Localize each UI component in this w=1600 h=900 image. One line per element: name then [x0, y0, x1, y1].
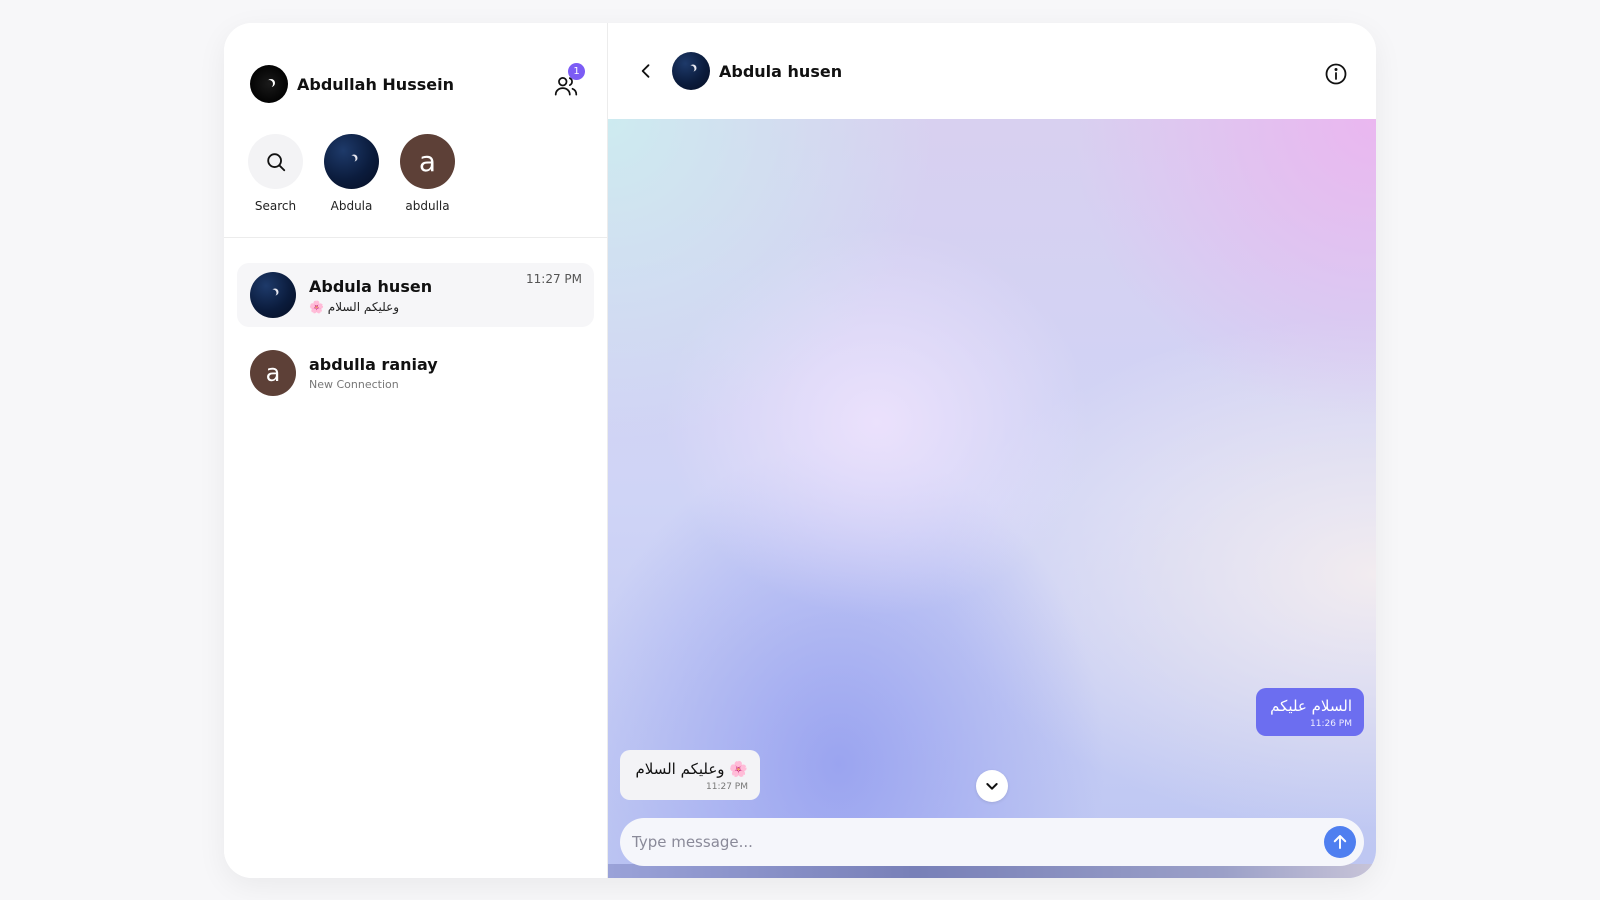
message-composer [620, 818, 1364, 866]
conversation-item[interactable]: a abdulla raniay New Connection [237, 341, 594, 405]
scroll-down-button[interactable] [976, 770, 1008, 802]
story-label: Search [254, 199, 297, 213]
story-label: abdulla [405, 199, 450, 213]
story-search[interactable]: Search [248, 134, 303, 213]
conversation-preview: 🌸 وعليكم السلام [309, 299, 400, 314]
avatar[interactable]: a [400, 134, 455, 189]
conversation-item[interactable]: Abdula husen 🌸 وعليكم السلام 11:27 PM [237, 263, 594, 327]
moon-icon [688, 66, 695, 73]
contacts-button[interactable]: 1 [551, 63, 585, 99]
avatar [250, 272, 296, 318]
chevron-down-icon [986, 783, 998, 790]
chat-header: Abdula husen [608, 23, 1376, 119]
conversation-name: Abdula husen [309, 276, 433, 296]
moon-icon [270, 290, 277, 297]
arrow-up-icon [1333, 835, 1347, 849]
message-incoming[interactable]: 🌸 وعليكم السلام 11:27 PM [620, 750, 760, 800]
send-button[interactable] [1324, 826, 1356, 858]
search-button[interactable] [248, 134, 303, 189]
sidebar-header: Abdullah Hussein 1 [250, 63, 585, 103]
message-time: 11:26 PM [1310, 719, 1352, 729]
chat-app-window: Abdullah Hussein 1 Search Abdula a abdul… [224, 23, 1376, 878]
divider [224, 237, 607, 238]
search-icon [266, 152, 285, 171]
info-icon[interactable] [1324, 62, 1348, 86]
moon-icon [265, 80, 273, 88]
conversation-name: abdulla raniay [309, 355, 438, 374]
stories-row: Search Abdula a abdulla [248, 134, 455, 213]
back-arrow-icon[interactable] [636, 61, 656, 81]
message-time: 11:27 PM [706, 782, 748, 792]
conversation-text: Abdula husen 🌸 وعليكم السلام [309, 277, 432, 314]
chat-title: Abdula husen [719, 61, 843, 81]
story-abdulla[interactable]: a abdulla [400, 134, 455, 213]
message-text: 🌸 وعليكم السلام [635, 760, 748, 778]
avatar[interactable] [324, 134, 379, 189]
conversation-time: 11:27 PM [526, 272, 582, 286]
story-label: Abdula [330, 199, 373, 213]
story-abdula[interactable]: Abdula [324, 134, 379, 213]
message-text: السلام عليكم [1270, 697, 1352, 715]
message-input[interactable] [632, 833, 1324, 851]
message-outgoing[interactable]: السلام عليكم 11:26 PM [1256, 688, 1364, 736]
moon-icon [348, 156, 355, 163]
sidebar: Abdullah Hussein 1 Search Abdula a abdul… [224, 23, 608, 878]
conversation-text: abdulla raniay New Connection [309, 355, 438, 391]
conversation-preview: New Connection [309, 378, 399, 391]
chat-panel: Abdula husen السلام عليكم 11:26 PM 🌸 وعل… [608, 23, 1376, 878]
user-avatar[interactable] [250, 65, 288, 103]
notification-badge: 1 [568, 63, 585, 80]
user-name: Abdullah Hussein [297, 74, 454, 94]
conversation-list: Abdula husen 🌸 وعليكم السلام 11:27 PM a … [237, 263, 594, 419]
chat-avatar[interactable] [672, 52, 710, 90]
avatar: a [250, 350, 296, 396]
